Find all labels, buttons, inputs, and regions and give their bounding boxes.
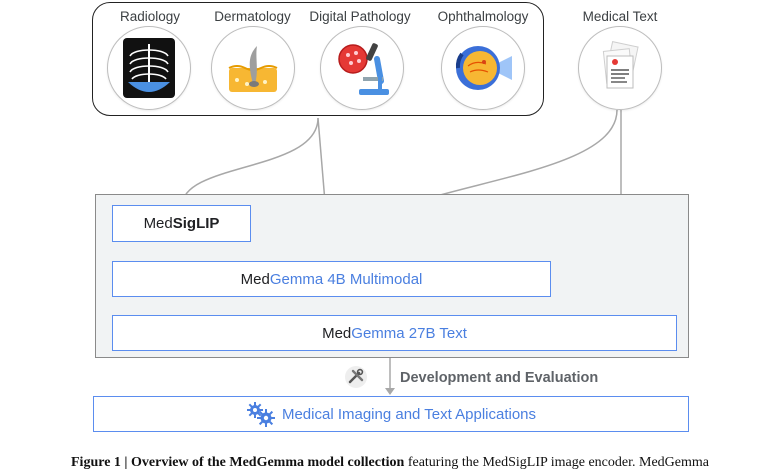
documents-icon	[602, 41, 639, 89]
medsiglip-box: Med SigLIP	[112, 205, 251, 242]
connector-images-to-medsiglip	[181, 117, 319, 207]
medgemma-4b-brand: Gemma	[269, 270, 324, 288]
arrow-head	[385, 388, 395, 395]
modality-label-pathology: Digital Pathology	[309, 9, 411, 24]
medical-text-label: Medical Text	[582, 9, 658, 24]
medsiglip-prefix: Med	[143, 215, 173, 232]
chest-xray-icon	[123, 38, 175, 98]
medgemma-27b-brand: Gemma	[351, 324, 405, 342]
dermatology-circle	[211, 26, 295, 110]
medgemma-4b-prefix: Med	[240, 270, 270, 288]
gears-icon	[246, 402, 275, 427]
medical-text-circle	[578, 26, 662, 110]
modality-label-ophthalmology: Ophthalmology	[437, 9, 529, 24]
caption-rest: featuring the MedSigLIP image encoder. M…	[404, 455, 709, 470]
applications-box: Medical Imaging and Text Applications	[93, 396, 689, 432]
medgemma-27b-box: Med Gemma 27B Text	[112, 315, 677, 351]
skin-layers-icon	[228, 46, 278, 92]
medgemma-4b-box: Med Gemma 4B Multimodal	[112, 261, 551, 297]
eye-icon	[455, 46, 512, 90]
applications-label: Medical Imaging and Text Applications	[281, 405, 537, 423]
pathology-circle	[320, 26, 404, 110]
radiology-circle	[107, 26, 191, 110]
modality-label-radiology: Radiology	[119, 9, 181, 24]
medgemma-4b-rest: 4B Multimodal	[323, 270, 423, 288]
tools-icon	[345, 366, 367, 388]
caption-bold: Overview of the MedGemma model collectio…	[131, 455, 405, 470]
figure-caption: Figure 1 | Overview of the MedGemma mode…	[0, 455, 780, 471]
medsiglip-suffix: SigLIP	[172, 215, 220, 232]
medgemma-27b-rest: 27B Text	[404, 324, 467, 342]
caption-lead: Figure 1 |	[71, 455, 131, 470]
microscope-icon	[338, 43, 389, 95]
development-label: Development and Evaluation	[400, 370, 599, 386]
ophthalmology-circle	[441, 26, 525, 110]
medgemma-27b-prefix: Med	[322, 324, 352, 342]
modality-label-dermatology: Dermatology	[214, 9, 291, 24]
